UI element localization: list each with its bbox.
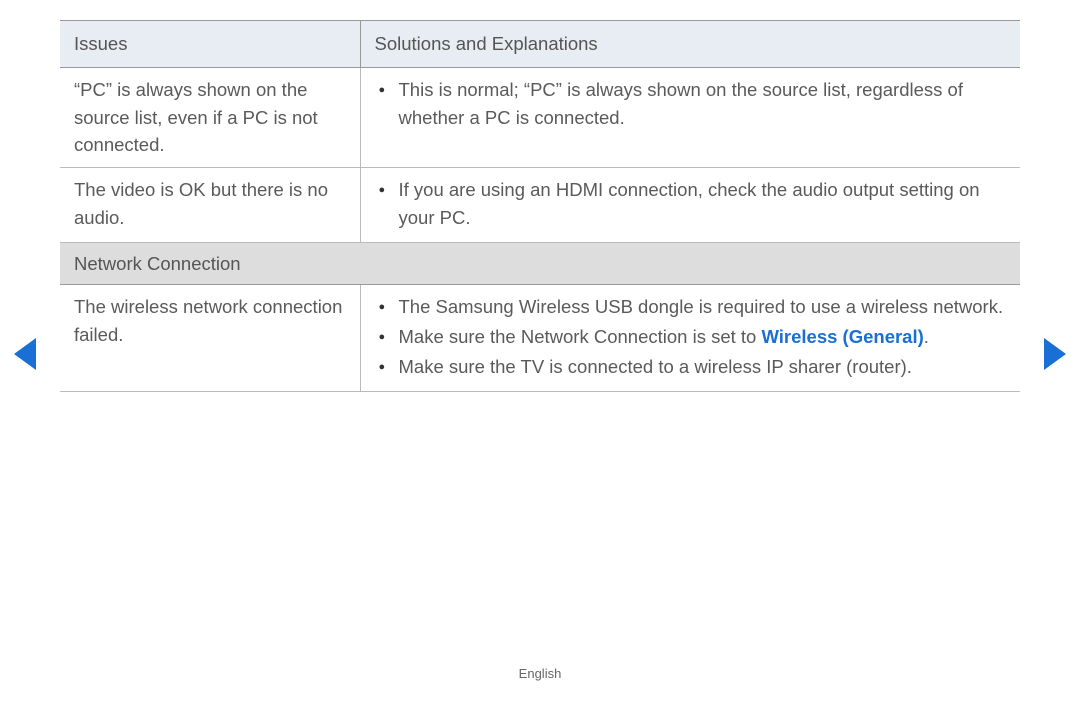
section-header-row: Network Connection — [60, 242, 1020, 285]
issue-cell: “PC” is always shown on the source list,… — [60, 67, 360, 167]
solution-text: Make sure the Network Connection is set … — [399, 326, 762, 347]
wireless-general-link: Wireless (General) — [761, 326, 923, 347]
solution-item: If you are using an HDMI connection, che… — [375, 176, 1009, 232]
page-content: Issues Solutions and Explanations “PC” i… — [0, 0, 1080, 392]
prev-page-arrow[interactable] — [14, 338, 36, 370]
section-title: Network Connection — [60, 242, 1020, 285]
troubleshooting-table: Issues Solutions and Explanations “PC” i… — [60, 20, 1020, 392]
solution-item: Make sure the Network Connection is set … — [375, 323, 1009, 351]
solution-text: . — [924, 326, 929, 347]
issue-cell: The video is OK but there is no audio. — [60, 168, 360, 243]
solution-item: The Samsung Wireless USB dongle is requi… — [375, 293, 1009, 321]
page-footer: English — [0, 666, 1080, 681]
table-row: The wireless network connection failed. … — [60, 285, 1020, 391]
next-page-arrow[interactable] — [1044, 338, 1066, 370]
header-solutions: Solutions and Explanations — [360, 21, 1020, 68]
solution-cell: If you are using an HDMI connection, che… — [360, 168, 1020, 243]
solution-cell: The Samsung Wireless USB dongle is requi… — [360, 285, 1020, 391]
solution-cell: This is normal; “PC” is always shown on … — [360, 67, 1020, 167]
table-header-row: Issues Solutions and Explanations — [60, 21, 1020, 68]
issue-cell: The wireless network connection failed. — [60, 285, 360, 391]
solution-item: This is normal; “PC” is always shown on … — [375, 76, 1009, 132]
table-row: The video is OK but there is no audio. I… — [60, 168, 1020, 243]
header-issues: Issues — [60, 21, 360, 68]
table-row: “PC” is always shown on the source list,… — [60, 67, 1020, 167]
solution-item: Make sure the TV is connected to a wirel… — [375, 353, 1009, 381]
